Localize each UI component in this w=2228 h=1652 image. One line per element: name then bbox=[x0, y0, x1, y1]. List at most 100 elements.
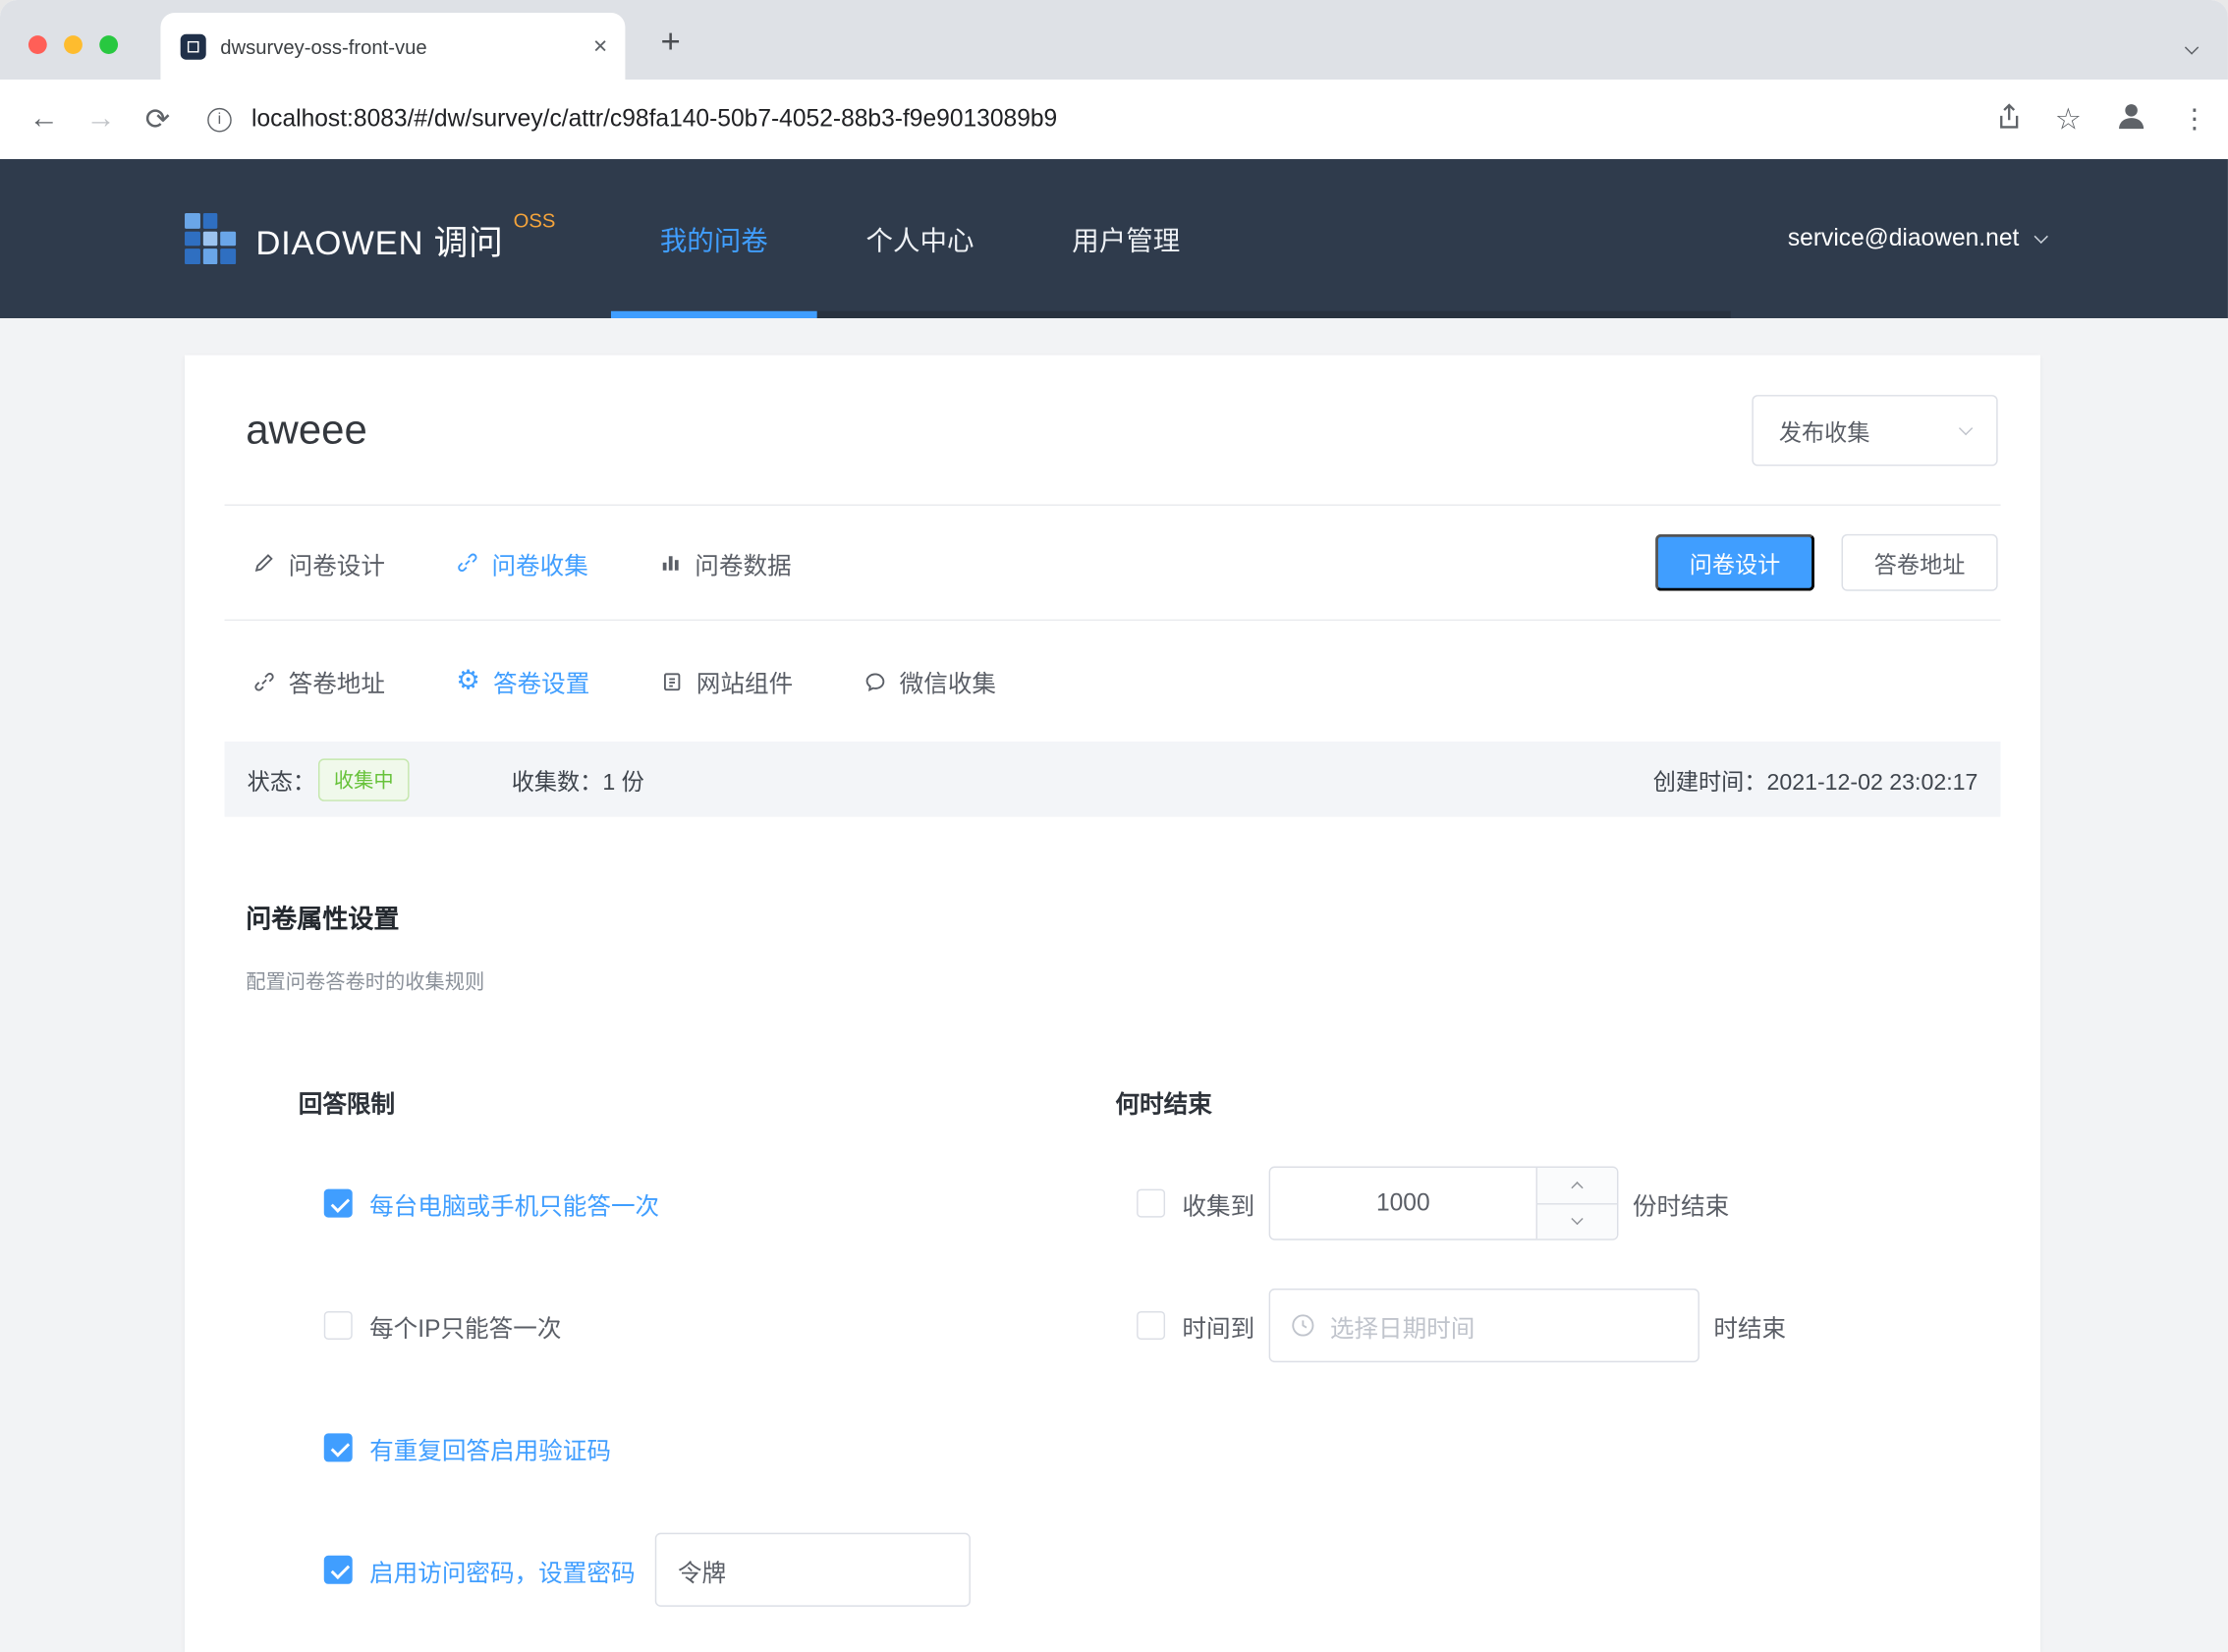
checkbox-end-by-count[interactable] bbox=[1137, 1189, 1165, 1218]
diaowen-logo bbox=[185, 213, 236, 264]
browser-window: dwsurvey-oss-front-vue ✕ + ← → ⟳ i local… bbox=[0, 0, 2228, 1652]
window-close-button[interactable] bbox=[28, 35, 47, 54]
number-spinner bbox=[1536, 1168, 1617, 1239]
publish-select[interactable]: 发布收集 bbox=[1752, 395, 1997, 466]
end-count-suffix: 份时结束 bbox=[1633, 1185, 1729, 1221]
checkbox-label[interactable]: 每台电脑或手机只能答一次 bbox=[369, 1185, 659, 1221]
nav-item-user-management[interactable]: 用户管理 bbox=[1023, 159, 1229, 318]
tab-close-icon[interactable]: ✕ bbox=[592, 34, 608, 57]
end-count-input[interactable] bbox=[1269, 1166, 1619, 1239]
tab-survey-data[interactable]: 问卷数据 bbox=[659, 545, 792, 580]
forward-button[interactable]: → bbox=[77, 95, 125, 143]
checkbox-access-password[interactable] bbox=[324, 1556, 353, 1584]
primary-tabs: 问卷设计 问卷收集 问卷数据 问卷设计 答卷地址 bbox=[185, 506, 2040, 620]
decrease-button[interactable] bbox=[1537, 1204, 1617, 1239]
checkbox-label[interactable]: 每个IP只能答一次 bbox=[369, 1307, 561, 1343]
checkbox-one-per-device[interactable] bbox=[324, 1189, 353, 1218]
end-conditions-column: 何时结束 收集到 份时结束 bbox=[1115, 1084, 1786, 1387]
widget-icon bbox=[661, 670, 684, 692]
tab-survey-collect[interactable]: 问卷收集 bbox=[456, 545, 588, 580]
bar-chart-icon bbox=[659, 551, 682, 574]
clock-icon bbox=[1290, 1312, 1315, 1338]
settings-columns: 回答限制 每台电脑或手机只能答一次 每个IP只能答一次 有重复回答启用验证码 bbox=[185, 1084, 2040, 1631]
survey-card: aweee 发布收集 问卷设计 问卷收集 问卷数据 bbox=[185, 356, 2040, 1652]
new-tab-button[interactable]: + bbox=[648, 20, 694, 65]
access-password-input[interactable] bbox=[655, 1533, 971, 1607]
tab-title: dwsurvey-oss-front-vue bbox=[220, 34, 579, 57]
datetime-picker[interactable]: 选择日期时间 bbox=[1269, 1289, 1699, 1362]
bookmark-star-icon[interactable]: ☆ bbox=[2055, 101, 2082, 137]
limit-row-password: 启用访问密码，设置密码 bbox=[299, 1509, 1116, 1630]
checkbox-one-per-ip[interactable] bbox=[324, 1311, 353, 1340]
survey-design-button[interactable]: 问卷设计 bbox=[1655, 534, 1814, 591]
nav-item-my-surveys[interactable]: 我的问卷 bbox=[611, 159, 817, 318]
limit-row-one-per-device: 每台电脑或手机只能答一次 bbox=[299, 1142, 1116, 1264]
datetime-placeholder: 选择日期时间 bbox=[1330, 1307, 1476, 1343]
tab-favicon bbox=[181, 33, 206, 59]
address-bar[interactable]: i localhost:8083/#/dw/survey/c/attr/c98f… bbox=[207, 105, 1970, 134]
end-count-value[interactable] bbox=[1270, 1168, 1535, 1239]
checkbox-label[interactable]: 收集到 bbox=[1182, 1185, 1254, 1221]
tab-label: 答卷地址 bbox=[289, 663, 385, 698]
gear-icon: ⚙ bbox=[456, 668, 480, 694]
tab-label: 答卷设置 bbox=[493, 663, 589, 698]
account-menu[interactable]: service@diaowen.net bbox=[1788, 159, 2046, 318]
tab-survey-design[interactable]: 问卷设计 bbox=[252, 545, 385, 580]
window-minimize-button[interactable] bbox=[64, 35, 83, 54]
end-time-suffix: 时结束 bbox=[1713, 1307, 1786, 1343]
settings-section-title: 问卷属性设置 bbox=[246, 900, 2040, 937]
pencil-icon bbox=[252, 551, 275, 574]
publish-select-value: 发布收集 bbox=[1779, 413, 1870, 448]
nav-item-personal-center[interactable]: 个人中心 bbox=[817, 159, 1024, 318]
tab-wechat-collect[interactable]: 微信收集 bbox=[863, 663, 996, 698]
share-icon[interactable] bbox=[1995, 101, 2024, 137]
created-time-value: 2021-12-02 23:02:17 bbox=[1766, 771, 1977, 796]
answer-url-button[interactable]: 答卷地址 bbox=[1842, 534, 1998, 591]
checkbox-end-by-time[interactable] bbox=[1137, 1311, 1165, 1340]
tab-site-widget[interactable]: 网站组件 bbox=[661, 663, 794, 698]
brand-oss-tag: OSS bbox=[514, 209, 556, 232]
limit-row-captcha: 有重复回答启用验证码 bbox=[299, 1387, 1116, 1509]
checkbox-label[interactable]: 启用访问密码，设置密码 bbox=[369, 1552, 635, 1587]
created-time: 创建时间：2021-12-02 23:02:17 bbox=[1653, 762, 1978, 797]
chat-bubble-icon bbox=[863, 670, 886, 692]
link-icon bbox=[252, 670, 275, 692]
app-header: DIAOWEN 调问 OSS 我的问卷 个人中心 用户管理 service@di… bbox=[0, 159, 2228, 318]
collect-count-label: 收集数： bbox=[512, 771, 603, 796]
tab-label: 网站组件 bbox=[696, 663, 793, 698]
nav-active-indicator bbox=[611, 311, 817, 318]
tab-label: 微信收集 bbox=[900, 663, 996, 698]
window-controls bbox=[28, 35, 118, 54]
site-info-icon[interactable]: i bbox=[207, 107, 232, 132]
tab-answer-settings[interactable]: ⚙ 答卷设置 bbox=[456, 663, 589, 698]
answer-limits-heading: 回答限制 bbox=[299, 1084, 1116, 1120]
tab-search-chevron-icon[interactable] bbox=[2187, 34, 2197, 60]
reload-button[interactable]: ⟳ bbox=[134, 95, 182, 143]
tab-label: 问卷收集 bbox=[491, 545, 587, 580]
created-time-label: 创建时间： bbox=[1653, 771, 1767, 796]
status-bar: 状态： 收集中 收集数：1 份 创建时间：2021-12-02 23:02:17 bbox=[225, 742, 2001, 817]
url-text[interactable]: localhost:8083/#/dw/survey/c/attr/c98fa1… bbox=[251, 105, 1057, 134]
increase-button[interactable] bbox=[1537, 1168, 1617, 1204]
card-actions: 问卷设计 答卷地址 bbox=[1655, 534, 1998, 591]
chevron-down-icon bbox=[2034, 229, 2048, 243]
browser-tab[interactable]: dwsurvey-oss-front-vue ✕ bbox=[160, 13, 625, 80]
checkbox-captcha[interactable] bbox=[324, 1433, 353, 1461]
checkbox-label[interactable]: 时间到 bbox=[1182, 1307, 1254, 1343]
limit-row-one-per-ip: 每个IP只能答一次 bbox=[299, 1264, 1116, 1386]
back-button[interactable]: ← bbox=[20, 95, 68, 143]
link-icon bbox=[456, 551, 478, 574]
collect-count: 收集数：1 份 bbox=[512, 762, 644, 797]
browser-toolbar: ← → ⟳ i localhost:8083/#/dw/survey/c/att… bbox=[0, 80, 2228, 159]
browser-menu-icon[interactable]: ⋮ bbox=[2181, 103, 2207, 136]
checkbox-label[interactable]: 有重复回答启用验证码 bbox=[369, 1430, 611, 1465]
account-email: service@diaowen.net bbox=[1788, 225, 2019, 253]
tab-answer-url[interactable]: 答卷地址 bbox=[252, 663, 385, 698]
window-zoom-button[interactable] bbox=[99, 35, 118, 54]
main-nav: 我的问卷 个人中心 用户管理 bbox=[611, 159, 1229, 318]
answer-limits-column: 回答限制 每台电脑或手机只能答一次 每个IP只能答一次 有重复回答启用验证码 bbox=[299, 1084, 1116, 1631]
tab-label: 问卷数据 bbox=[695, 545, 791, 580]
survey-title: aweee bbox=[246, 407, 367, 454]
chevron-down-icon bbox=[1959, 421, 1973, 435]
profile-avatar[interactable] bbox=[2113, 97, 2150, 141]
